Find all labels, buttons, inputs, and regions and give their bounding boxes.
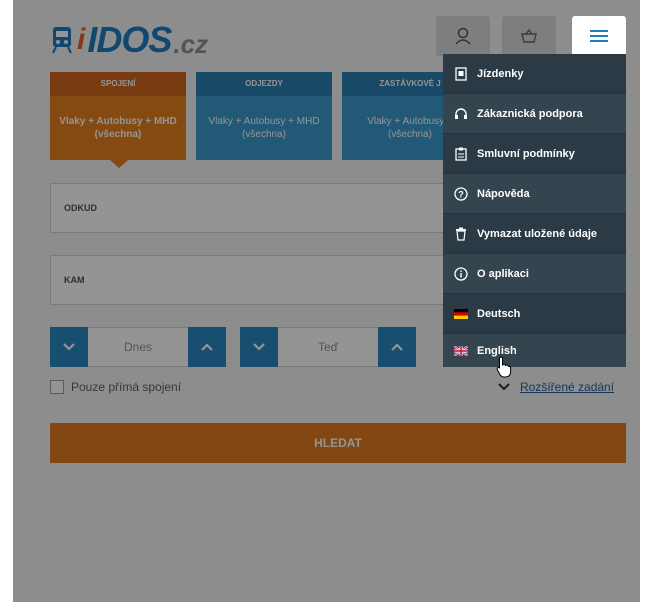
menu-item-help[interactable]: ? Nápověda (443, 174, 626, 214)
menu-item-terms[interactable]: Smluvní podmínky (443, 134, 626, 174)
menu-item-label: Zákaznická podpora (477, 107, 583, 120)
trash-icon (453, 226, 469, 242)
menu-item-label: English (477, 344, 517, 357)
german-flag-icon (453, 306, 469, 322)
hamburger-menu-icon (590, 30, 608, 42)
menu-item-label: Smluvní podmínky (477, 147, 575, 160)
menu-item-support[interactable]: Zákaznická podpora (443, 94, 626, 134)
menu-button[interactable] (572, 16, 626, 56)
hand-cursor-icon (496, 356, 512, 378)
menu-item-label: Jízdenky (477, 67, 524, 80)
menu-item-clear-data[interactable]: Vymazat uložené údaje (443, 214, 626, 254)
menu-item-tickets[interactable]: Jízdenky (443, 54, 626, 94)
headset-icon (453, 106, 469, 122)
menu-item-deutsch[interactable]: Deutsch (443, 294, 626, 334)
menu-item-label: O aplikaci (477, 267, 529, 280)
ticket-icon (453, 66, 469, 82)
clipboard-icon (453, 146, 469, 162)
menu-item-english[interactable]: English (443, 334, 626, 367)
idos-page: i IDOS .cz SPOJENÍ Vlaky + Autobusy + MH… (13, 0, 640, 602)
menu-item-label: Vymazat uložené údaje (477, 227, 598, 240)
svg-text:?: ? (458, 189, 464, 199)
info-icon (453, 266, 469, 282)
menu-item-label: Nápověda (477, 187, 530, 200)
menu-item-label: Deutsch (477, 307, 521, 320)
help-icon: ? (453, 186, 469, 202)
menu-item-about[interactable]: O aplikaci (443, 254, 626, 294)
uk-flag-icon (453, 343, 469, 359)
main-menu: Jízdenky Zákaznická podpora Smluvní podm… (443, 54, 626, 367)
